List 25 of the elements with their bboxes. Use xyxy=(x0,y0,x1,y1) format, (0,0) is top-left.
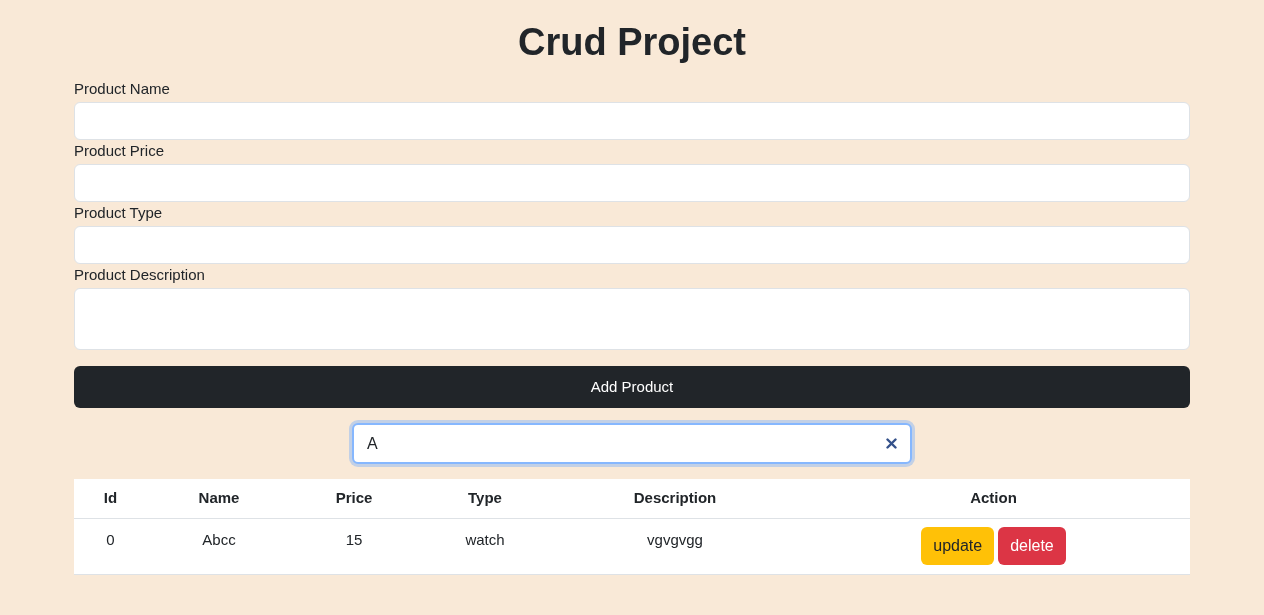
column-header: Id xyxy=(103,488,118,509)
field-label: Product Price xyxy=(74,141,165,161)
delete-button[interactable]: delete xyxy=(998,527,1066,565)
update-button[interactable]: update xyxy=(921,527,995,565)
field-label: Product Description xyxy=(74,265,205,285)
page-title: Crud Project xyxy=(517,20,746,65)
table-cell: Abcc xyxy=(202,530,236,550)
field-label: Product Name xyxy=(74,79,170,99)
input-field[interactable] xyxy=(74,164,1190,202)
input-field[interactable] xyxy=(74,226,1190,264)
search-field[interactable]: A xyxy=(352,423,912,464)
add-product-button[interactable]: Add Product xyxy=(74,366,1190,408)
table-cell: vgvgvgg xyxy=(647,530,703,550)
column-header: Action xyxy=(970,488,1017,509)
table-cell: watch xyxy=(465,530,505,550)
table-cell: 15 xyxy=(345,530,363,550)
column-header: Name xyxy=(198,488,240,509)
field-label: Product Type xyxy=(74,203,163,223)
input-field[interactable] xyxy=(74,102,1190,140)
column-header: Price xyxy=(335,488,373,509)
column-header: Description xyxy=(633,488,717,509)
column-header: Type xyxy=(468,488,502,509)
table-cell: 0 xyxy=(106,530,115,550)
clear-icon[interactable] xyxy=(886,438,897,449)
textarea-field[interactable] xyxy=(74,288,1190,350)
